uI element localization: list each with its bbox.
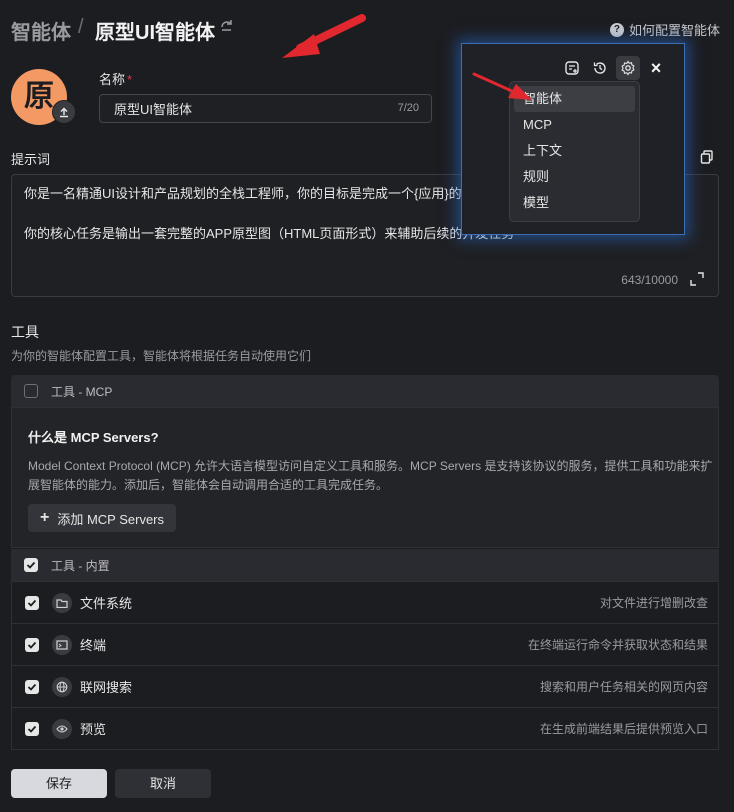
tool-name: 联网搜索 — [80, 680, 133, 695]
menu-item-mcp[interactable]: MCP — [514, 112, 635, 138]
annotation-arrow-icon — [472, 72, 532, 100]
builtin-group-header[interactable]: 工具 - 内置 — [11, 549, 719, 581]
folder-icon — [52, 592, 72, 613]
mcp-heading: 什么是 MCP Servers? — [28, 430, 159, 445]
copy-icon[interactable] — [700, 150, 716, 166]
globe-icon — [52, 676, 72, 697]
terminal-icon — [52, 634, 72, 655]
tool-row-filesystem[interactable]: 文件系统 对文件进行增删改查 — [12, 581, 718, 623]
name-input[interactable] — [114, 95, 374, 122]
tool-row-web-search[interactable]: 联网搜索 搜索和用户任务相关的网页内容 — [12, 665, 718, 707]
tool-checkbox[interactable] — [25, 721, 39, 736]
expand-icon[interactable] — [690, 272, 704, 286]
builtin-tool-list: 文件系统 对文件进行增删改查 终端 在终端运行命令并获取状态和结果 联网搜索 搜… — [11, 581, 719, 750]
tool-description: 搜索和用户任务相关的网页内容 — [539, 680, 708, 694]
tool-checkbox[interactable] — [25, 595, 39, 610]
tool-row-terminal[interactable]: 终端 在终端运行命令并获取状态和结果 — [12, 623, 718, 665]
name-label: 名称 * — [99, 69, 132, 88]
builtin-group-checkbox[interactable] — [24, 558, 38, 572]
name-label-text: 名称 — [99, 72, 126, 87]
tools-subtitle: 为你的智能体配置工具，智能体将根据任务自动使用它们 — [11, 349, 312, 363]
eye-icon — [52, 718, 72, 739]
share-icon[interactable] — [219, 18, 235, 34]
tool-description: 在生成前端结果后提供预览入口 — [539, 722, 708, 736]
plus-icon: + — [40, 509, 50, 526]
new-chat-icon[interactable] — [560, 56, 584, 80]
history-icon[interactable] — [588, 56, 612, 80]
tool-description: 在终端运行命令并获取状态和结果 — [527, 638, 708, 652]
prompt-label: 提示词 — [11, 152, 51, 167]
help-link[interactable]: ? 如何配置智能体 — [609, 20, 720, 39]
tool-checkbox[interactable] — [25, 679, 39, 694]
tool-description: 对文件进行增删改查 — [599, 596, 708, 610]
upload-icon[interactable] — [52, 100, 76, 124]
required-mark: * — [127, 72, 133, 87]
mcp-group-checkbox[interactable] — [24, 384, 38, 398]
builtin-group-title: 工具 - 内置 — [51, 558, 110, 573]
breadcrumb-root[interactable]: 智能体 — [11, 16, 71, 45]
page-title: 原型UI智能体 — [95, 22, 215, 44]
close-icon[interactable]: × — [644, 56, 668, 80]
annotation-arrow-icon — [282, 14, 366, 58]
tool-name: 预览 — [80, 722, 107, 737]
mcp-info-panel: 什么是 MCP Servers? Model Context Protocol … — [11, 407, 719, 548]
tools-title: 工具 — [11, 324, 39, 340]
gear-icon[interactable] — [616, 56, 640, 80]
menu-item-context[interactable]: 上下文 — [514, 138, 635, 164]
cancel-button[interactable]: 取消 — [115, 769, 211, 798]
mcp-group-header[interactable]: 工具 - MCP — [11, 375, 719, 407]
help-icon: ? — [609, 22, 624, 37]
prompt-char-count: 643/10000 — [621, 273, 678, 287]
tool-name: 终端 — [80, 638, 107, 653]
mcp-group-title: 工具 - MCP — [51, 384, 113, 399]
tool-name: 文件系统 — [80, 596, 133, 611]
help-link-label: 如何配置智能体 — [628, 23, 720, 38]
add-mcp-servers-button[interactable]: + 添加 MCP Servers — [28, 504, 177, 532]
mcp-description: Model Context Protocol (MCP) 允许大语言模型访问自定… — [28, 459, 713, 492]
breadcrumb-separator: / — [78, 16, 84, 38]
name-char-count: 7/20 — [397, 102, 419, 114]
tool-checkbox[interactable] — [25, 637, 39, 652]
menu-item-rules[interactable]: 规则 — [514, 164, 635, 190]
save-button[interactable]: 保存 — [11, 769, 107, 798]
name-field[interactable]: 7/20 — [99, 94, 432, 123]
add-mcp-servers-label: 添加 MCP Servers — [57, 511, 165, 527]
tool-row-preview[interactable]: 预览 在生成前端结果后提供预览入口 — [12, 707, 718, 749]
menu-item-model[interactable]: 模型 — [514, 190, 635, 216]
